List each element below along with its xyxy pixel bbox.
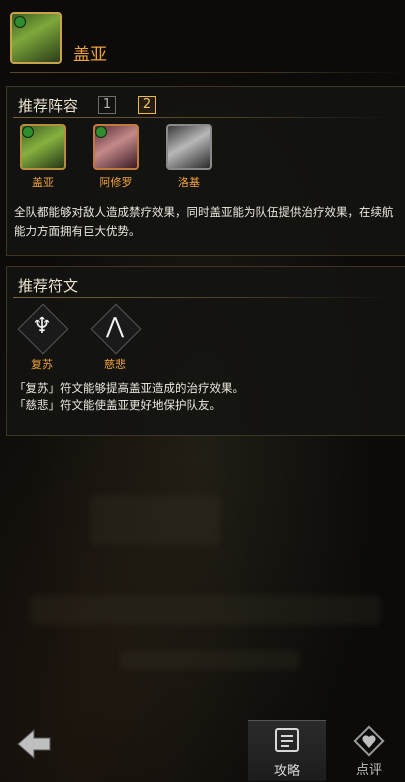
review-button[interactable]: 点评 (330, 720, 405, 780)
hero-card-gaia[interactable]: 盖亚 (17, 124, 69, 190)
back-button[interactable] (8, 718, 60, 770)
panel-divider (13, 117, 393, 118)
hero-name-label: 洛基 (178, 176, 200, 189)
hero-name-label: 阿修罗 (99, 176, 133, 189)
hero-card-loki[interactable]: 洛基 (163, 124, 215, 190)
lineup-description: 全队都能够对敌人造成禁疗效果，同时盖亚能为队伍提供治疗效果，在续航能力方面拥有巨… (14, 205, 394, 238)
rune-mercy[interactable]: ⋀ 慈悲 (89, 302, 142, 372)
panel-title: 推荐阵容 (18, 97, 79, 115)
hero-portrait (10, 12, 62, 64)
rune-name-label: 复苏 (31, 358, 53, 371)
background-blur (30, 595, 380, 625)
panel-title: 推荐符文 (18, 277, 79, 295)
runes-description: 「复苏」符文能够提高盖亚造成的治疗效果。 「慈悲」符文能使盖亚更好地保护队友。 (14, 380, 394, 414)
guide-button[interactable]: 攻略 (248, 720, 326, 781)
back-arrow-icon (17, 728, 51, 760)
hero-card-ashura[interactable]: 阿修罗 (90, 124, 142, 190)
guide-label: 攻略 (273, 764, 300, 779)
panel-divider (13, 297, 393, 298)
hero-avatar (166, 124, 212, 170)
hero-name-label: 盖亚 (32, 176, 54, 189)
hero-name: 盖亚 (73, 45, 107, 65)
praying-hands-icon: ⋀ (105, 314, 125, 339)
header-divider (10, 72, 405, 73)
background-blur (120, 650, 300, 670)
lineup-tab-1[interactable]: 1 (98, 96, 116, 114)
nature-element-icon (95, 126, 107, 138)
rune-name-label: 慈悲 (104, 358, 126, 371)
rune-description-line: 「复苏」符文能够提高盖亚造成的治疗效果。 (14, 381, 244, 395)
heart-icon (353, 725, 385, 757)
guide-icon (275, 728, 299, 752)
rune-description-line: 「慈悲」符文能使盖亚更好地保护队友。 (14, 398, 221, 412)
lineup-tab-2[interactable]: 2 (138, 96, 156, 114)
review-label: 点评 (355, 763, 382, 778)
nature-element-icon (14, 16, 26, 28)
background-blur (90, 495, 220, 545)
nature-element-icon (22, 126, 34, 138)
rune-revive[interactable]: ♆ 复苏 (16, 302, 69, 372)
wings-icon: ♆ (32, 314, 52, 339)
